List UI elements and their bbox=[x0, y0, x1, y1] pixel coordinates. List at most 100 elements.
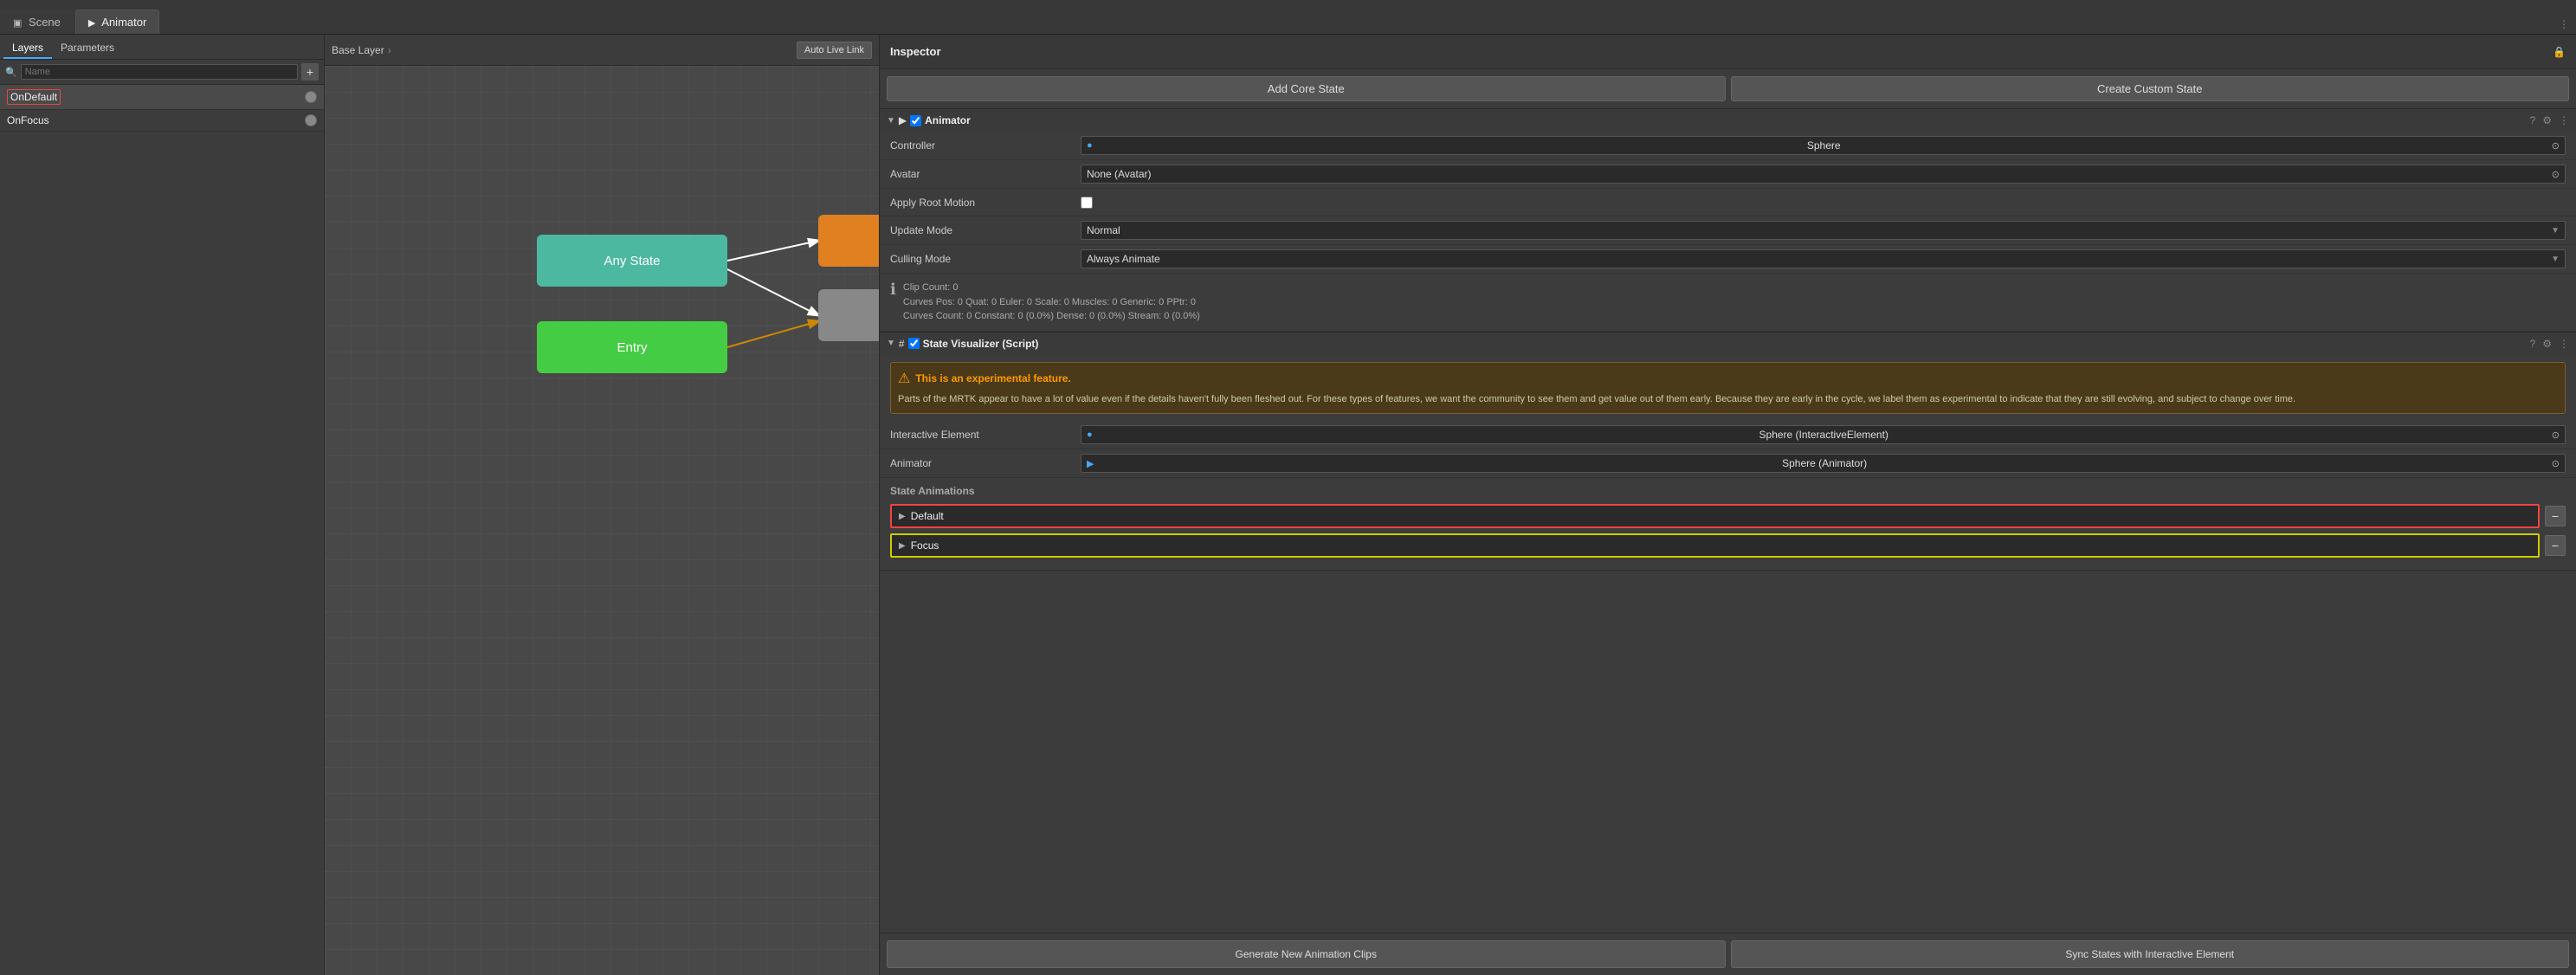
auto-live-link-button[interactable]: Auto Live Link bbox=[797, 42, 872, 59]
sa-label-default[interactable]: ▶ Default bbox=[890, 504, 2540, 528]
add-layer-button[interactable]: + bbox=[301, 63, 319, 81]
ie-circle-btn[interactable]: ⊙ bbox=[2552, 429, 2560, 441]
warning-box: ⚠ This is an experimental feature. Parts… bbox=[890, 362, 2566, 415]
add-core-state-button[interactable]: Add Core State bbox=[887, 76, 1726, 101]
left-panel: Layers Parameters 🔍 + OnDefault OnFocus bbox=[0, 35, 325, 975]
state-animations-title: State Animations bbox=[890, 485, 2566, 497]
breadcrumb: Base Layer › bbox=[332, 44, 395, 56]
interactive-element-field[interactable]: ● Sphere (InteractiveElement) ⊙ bbox=[1081, 425, 2566, 444]
sv-section-icon: # bbox=[899, 338, 905, 350]
interactive-element-row: Interactive Element ● Sphere (Interactiv… bbox=[880, 421, 2576, 449]
sa-minus-default[interactable]: − bbox=[2545, 506, 2566, 526]
header-icons: 🔒 bbox=[2553, 46, 2566, 58]
sa-arrow-focus: ▶ bbox=[899, 541, 906, 551]
layer-name-ondefault: OnDefault bbox=[7, 89, 61, 105]
controller-circle-btn[interactable]: ⊙ bbox=[2552, 140, 2560, 152]
center-panel: Base Layer › Auto Live Link bbox=[325, 35, 879, 975]
sv-animator-circle-btn[interactable]: ⊙ bbox=[2552, 458, 2560, 469]
ie-icon: ● bbox=[1087, 429, 1093, 440]
layer-item[interactable]: OnFocus bbox=[0, 110, 324, 132]
animator-canvas[interactable]: Any State Entry Default Focus bbox=[325, 66, 879, 975]
update-mode-field[interactable]: Normal ▼ bbox=[1081, 221, 2566, 240]
search-input[interactable] bbox=[21, 64, 298, 80]
inspector-header: Inspector 🔒 bbox=[880, 35, 2576, 69]
sv-help-icon: ? bbox=[2530, 338, 2536, 350]
culling-mode-row: Culling Mode Always Animate ▼ bbox=[880, 245, 2576, 274]
apply-root-motion-value bbox=[1081, 197, 2566, 209]
sa-item-focus: ▶ Focus − bbox=[890, 533, 2566, 558]
sv-more-icon: ⋮ bbox=[2559, 338, 2569, 350]
controller-value: ● Sphere ⊙ bbox=[1081, 136, 2566, 155]
right-panel: Inspector 🔒 Add Core State Create Custom… bbox=[879, 35, 2576, 975]
culling-mode-value: Always Animate ▼ bbox=[1081, 249, 2566, 268]
sv-section-header-icons: ? ⚙ ⋮ bbox=[2530, 338, 2569, 350]
lock-icon: 🔒 bbox=[2553, 46, 2566, 58]
animator-toolbar: Base Layer › Auto Live Link bbox=[325, 35, 879, 66]
default-state-node[interactable]: Default bbox=[818, 215, 879, 267]
update-mode-label: Update Mode bbox=[890, 224, 1081, 236]
warning-icon: ⚠ bbox=[898, 370, 910, 387]
focus-state-node[interactable]: Focus bbox=[818, 289, 879, 341]
sv-section-title: State Visualizer (Script) bbox=[923, 338, 1039, 350]
controller-label: Controller bbox=[890, 139, 1081, 152]
breadcrumb-sep: › bbox=[388, 44, 391, 56]
sv-animator-field[interactable]: ▶ Sphere (Animator) ⊙ bbox=[1081, 454, 2566, 473]
avatar-row: Avatar None (Avatar) ⊙ bbox=[880, 160, 2576, 189]
avatar-circle-btn[interactable]: ⊙ bbox=[2552, 169, 2560, 180]
scene-icon: ▣ bbox=[13, 18, 22, 29]
animator-icon: ▶ bbox=[88, 18, 95, 29]
create-custom-state-button[interactable]: Create Custom State bbox=[1731, 76, 2570, 101]
animator-enable-checkbox[interactable] bbox=[910, 115, 921, 126]
apply-root-motion-checkbox[interactable] bbox=[1081, 197, 1093, 209]
sa-label-focus[interactable]: ▶ Focus bbox=[890, 533, 2540, 558]
interactive-element-label: Interactive Element bbox=[890, 429, 1081, 441]
search-bar: 🔍 + bbox=[0, 60, 324, 85]
section-collapse-icon: ▼ bbox=[887, 116, 895, 126]
tab-parameters[interactable]: Parameters bbox=[52, 38, 123, 59]
culling-mode-field[interactable]: Always Animate ▼ bbox=[1081, 249, 2566, 268]
avatar-value: None (Avatar) ⊙ bbox=[1081, 165, 2566, 184]
sa-minus-focus[interactable]: − bbox=[2545, 535, 2566, 556]
arrows-overlay bbox=[325, 66, 879, 975]
layer-item[interactable]: OnDefault bbox=[0, 85, 324, 110]
culling-mode-label: Culling Mode bbox=[890, 253, 1081, 265]
sv-animator-label: Animator bbox=[890, 457, 1081, 469]
animator-section-header-icons: ? ⚙ ⋮ bbox=[2530, 114, 2569, 126]
sv-enable-checkbox[interactable] bbox=[908, 338, 920, 349]
state-visualizer-section: ▼ # State Visualizer (Script) ? ⚙ ⋮ ⚠ Th… bbox=[880, 333, 2576, 571]
action-buttons-row: Add Core State Create Custom State bbox=[880, 69, 2576, 109]
animator-section-header[interactable]: ▼ ▶ Animator ? ⚙ ⋮ bbox=[880, 109, 2576, 132]
state-visualizer-section-header[interactable]: ▼ # State Visualizer (Script) ? ⚙ ⋮ bbox=[880, 333, 2576, 355]
controller-field[interactable]: ● Sphere ⊙ bbox=[1081, 136, 2566, 155]
bottom-buttons: Generate New Animation Clips Sync States… bbox=[880, 933, 2576, 975]
more-icon: ⋮ bbox=[2559, 18, 2569, 30]
animator-section: ▼ ▶ Animator ? ⚙ ⋮ Controller ● Sphere ⊙ bbox=[880, 109, 2576, 333]
controller-row: Controller ● Sphere ⊙ bbox=[880, 132, 2576, 160]
sv-animator-row: Animator ▶ Sphere (Animator) ⊙ bbox=[880, 449, 2576, 478]
controller-icon: ● bbox=[1087, 140, 1093, 151]
layer-list: OnDefault OnFocus bbox=[0, 85, 324, 975]
sv-animator-icon: ▶ bbox=[1087, 458, 1094, 469]
animator-section-title: Animator bbox=[925, 114, 971, 126]
tab-animator[interactable]: ▶ Animator bbox=[75, 10, 159, 34]
settings-icon: ⚙ bbox=[2542, 114, 2552, 126]
apply-root-motion-label: Apply Root Motion bbox=[890, 197, 1081, 209]
entry-node[interactable]: Entry bbox=[537, 321, 727, 373]
update-mode-row: Update Mode Normal ▼ bbox=[880, 216, 2576, 245]
main-layout: Layers Parameters 🔍 + OnDefault OnFocus bbox=[0, 35, 2576, 975]
warning-header: ⚠ This is an experimental feature. bbox=[898, 370, 2558, 387]
tab-layers[interactable]: Layers bbox=[3, 38, 52, 59]
interactive-element-value: ● Sphere (InteractiveElement) ⊙ bbox=[1081, 425, 2566, 444]
animator-section-icon: ▶ bbox=[899, 114, 907, 126]
sync-states-button[interactable]: Sync States with Interactive Element bbox=[1731, 940, 2570, 968]
sv-animator-value: ▶ Sphere (Animator) ⊙ bbox=[1081, 454, 2566, 473]
layer-dot bbox=[305, 114, 317, 126]
tab-bar: ▣ Scene ▶ Animator ⋮ bbox=[0, 0, 2576, 35]
generate-animation-clips-button[interactable]: Generate New Animation Clips bbox=[887, 940, 1726, 968]
left-tabs: Layers Parameters bbox=[0, 35, 324, 60]
any-state-node[interactable]: Any State bbox=[537, 235, 727, 287]
tab-scene[interactable]: ▣ Scene bbox=[0, 10, 74, 34]
inspector-title: Inspector bbox=[890, 45, 941, 58]
avatar-label: Avatar bbox=[890, 168, 1081, 180]
avatar-field[interactable]: None (Avatar) ⊙ bbox=[1081, 165, 2566, 184]
